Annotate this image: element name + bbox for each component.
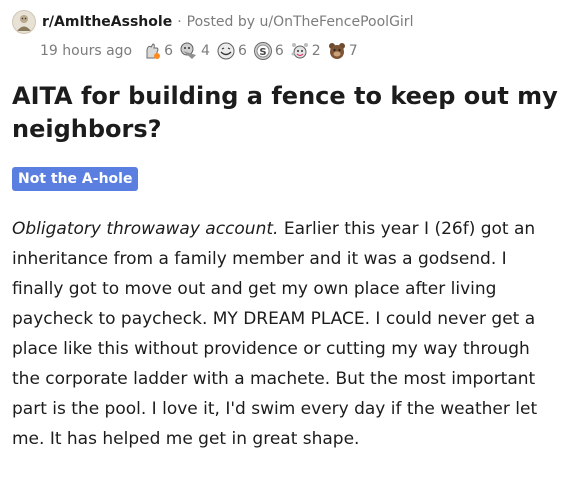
gold-award-icon — [179, 41, 199, 61]
reddit-post: r/AmItheAsshole · Posted by u/OnTheFence… — [0, 0, 566, 502]
award-helpful[interactable]: 2 — [290, 41, 321, 61]
award-count: 7 — [348, 43, 358, 59]
award-count: 6 — [274, 43, 284, 59]
post-body: Obligatory throwaway account. Earlier th… — [12, 214, 560, 454]
award-count: 2 — [311, 43, 321, 59]
post-body-italic-lead: Obligatory throwaway account. — [12, 219, 279, 239]
award-wholesome[interactable]: 6 — [142, 41, 173, 61]
svg-text:S: S — [259, 47, 266, 58]
wholesome-award-icon — [142, 41, 162, 61]
laughing-award-icon — [216, 41, 236, 61]
subreddit-link[interactable]: r/AmItheAsshole — [42, 14, 172, 30]
post-title[interactable]: AITA for building a fence to keep out my… — [12, 80, 560, 146]
award-gold[interactable]: 4 — [179, 41, 210, 61]
award-bear[interactable]: 7 — [327, 41, 358, 61]
award-count: 6 — [237, 43, 247, 59]
subreddit-icon[interactable] — [12, 10, 36, 34]
award-laughing[interactable]: 6 — [216, 41, 247, 61]
award-count: 4 — [201, 43, 210, 59]
post-timestamp[interactable]: 19 hours ago — [40, 43, 132, 59]
award-silver[interactable]: S 6 — [253, 41, 284, 61]
silver-award-icon: S — [253, 41, 273, 61]
post-flair-badge[interactable]: Not the A-hole — [12, 167, 139, 191]
posted-by-user[interactable]: Posted by u/OnTheFencePoolGirl — [187, 14, 414, 30]
award-count: 6 — [164, 43, 174, 59]
bear-award-icon — [327, 41, 347, 61]
meta-separator: · — [177, 14, 182, 30]
post-meta-awards-row: 19 hours ago 6 4 6 S 6 2 7 — [40, 38, 364, 64]
helpful-award-icon — [290, 41, 310, 61]
post-meta-header: r/AmItheAsshole · Posted by u/OnTheFence… — [12, 10, 413, 34]
post-body-text: Earlier this year I (26f) got an inherit… — [12, 219, 538, 449]
